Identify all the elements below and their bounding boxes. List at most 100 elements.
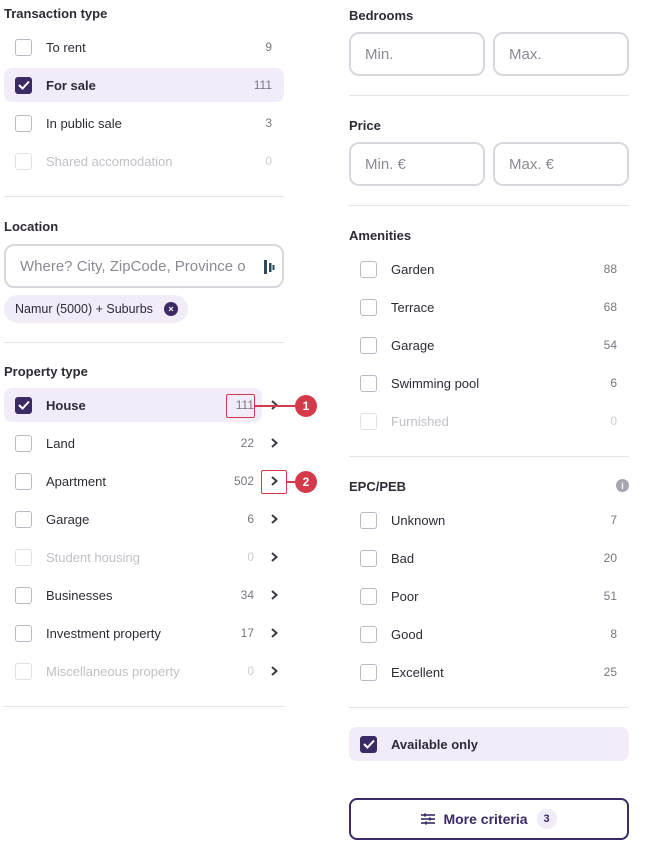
transaction-type-title: Transaction type: [4, 6, 108, 21]
input-placeholder: Min.: [365, 45, 394, 63]
checkbox[interactable]: [360, 260, 377, 278]
chevron-right-icon[interactable]: [268, 513, 280, 525]
location-search-input[interactable]: Where? City, ZipCode, Province o: [4, 244, 284, 288]
location-title: Location: [4, 219, 59, 234]
annotation-marker-2: 2: [295, 471, 317, 493]
amenities-title: Amenities: [349, 228, 412, 243]
divider: [349, 456, 629, 457]
option-count: 88: [603, 262, 617, 276]
amenity-garden[interactable]: Garden 88: [349, 252, 629, 286]
checkbox[interactable]: [360, 549, 377, 567]
property-option-apartment[interactable]: Apartment 502: [4, 464, 262, 498]
property-type-title: Property type: [4, 364, 88, 379]
remove-chip-icon[interactable]: ×: [164, 302, 178, 316]
option-label: For sale: [46, 77, 96, 93]
criteria-count-badge: 3: [536, 809, 557, 829]
property-option-land[interactable]: Land 22: [4, 426, 262, 460]
available-only-toggle[interactable]: Available only: [349, 727, 629, 761]
checkbox-disabled: [15, 548, 32, 566]
checkbox-checked[interactable]: [15, 396, 32, 414]
bedrooms-title: Bedrooms: [349, 8, 414, 23]
checkbox[interactable]: [360, 298, 377, 316]
divider: [349, 707, 629, 708]
more-criteria-button[interactable]: More criteria 3: [349, 798, 629, 840]
annotation-marker-1: 1: [295, 395, 317, 417]
checkbox[interactable]: [360, 336, 377, 354]
bedrooms-max-input[interactable]: Max.: [493, 32, 629, 76]
checkbox[interactable]: [15, 586, 32, 604]
epc-excellent[interactable]: Excellent 25: [349, 655, 629, 689]
epc-unknown[interactable]: Unknown 7: [349, 503, 629, 537]
option-count: 502: [233, 474, 254, 488]
option-label: Shared accomodation: [46, 153, 173, 169]
checkbox[interactable]: [15, 472, 32, 490]
option-count: 0: [265, 154, 272, 168]
amenity-swimming-pool[interactable]: Swimming pool 6: [349, 366, 629, 400]
amenity-terrace[interactable]: Terrace 68: [349, 290, 629, 324]
divider: [4, 706, 284, 707]
option-label: To rent: [46, 39, 86, 55]
checkbox-disabled: [360, 412, 377, 430]
option-label: Apartment: [46, 473, 106, 489]
chevron-right-icon[interactable]: [268, 665, 280, 677]
option-count: 0: [247, 664, 254, 678]
property-option-misc: Miscellaneous property 0: [4, 654, 262, 688]
divider: [4, 196, 284, 197]
chevron-right-icon[interactable]: [268, 627, 280, 639]
checkbox-checked[interactable]: [360, 735, 377, 753]
transaction-option-shared: Shared accomodation 0: [4, 144, 284, 178]
option-count: 17: [240, 626, 254, 640]
info-icon[interactable]: i: [616, 479, 629, 492]
divider: [349, 205, 629, 206]
checkbox[interactable]: [15, 114, 32, 132]
checkbox-checked[interactable]: [15, 76, 32, 94]
location-chip[interactable]: Namur (5000) + Suburbs ×: [4, 295, 188, 323]
checkbox[interactable]: [360, 374, 377, 392]
property-option-businesses[interactable]: Businesses 34: [4, 578, 262, 612]
divider: [4, 342, 284, 343]
checkbox[interactable]: [360, 625, 377, 643]
option-count: 0: [247, 550, 254, 564]
option-label: Student housing: [46, 549, 140, 565]
chevron-right-icon[interactable]: [268, 551, 280, 563]
input-placeholder: Max. €: [509, 155, 555, 173]
transaction-option-for-sale[interactable]: For sale 111: [4, 68, 284, 102]
price-min-input[interactable]: Min. €: [349, 142, 485, 186]
amenity-furnished: Furnished 0: [349, 404, 629, 438]
checkbox[interactable]: [360, 663, 377, 681]
property-option-investment[interactable]: Investment property 17: [4, 616, 262, 650]
transaction-option-to-rent[interactable]: To rent 9: [4, 30, 284, 64]
option-count: 51: [603, 589, 617, 603]
check-icon: [17, 80, 30, 90]
option-label: Garage: [391, 337, 435, 353]
checkbox[interactable]: [15, 624, 32, 642]
option-label: Garden: [391, 261, 435, 277]
chevron-right-icon[interactable]: [268, 437, 280, 449]
chevron-right-icon[interactable]: [268, 589, 280, 601]
checkbox-disabled: [15, 152, 32, 170]
option-label: House: [46, 397, 86, 413]
input-placeholder: Min. €: [365, 155, 406, 173]
bedrooms-min-input[interactable]: Min.: [349, 32, 485, 76]
filter-sliders-icon: [421, 813, 436, 825]
price-max-input[interactable]: Max. €: [493, 142, 629, 186]
checkbox[interactable]: [15, 434, 32, 452]
checkbox[interactable]: [360, 587, 377, 605]
checkbox[interactable]: [15, 38, 32, 56]
checkbox[interactable]: [360, 511, 377, 529]
option-count: 54: [603, 338, 617, 352]
map-pin-icon[interactable]: [263, 259, 275, 275]
transaction-option-public-sale[interactable]: In public sale 3: [4, 106, 284, 140]
property-option-house[interactable]: House 111: [4, 388, 262, 422]
annotation-highlight-count: [226, 394, 255, 418]
checkbox-disabled: [15, 662, 32, 680]
checkbox[interactable]: [15, 510, 32, 528]
epc-good[interactable]: Good 8: [349, 617, 629, 651]
property-option-garage[interactable]: Garage 6: [4, 502, 262, 536]
divider: [349, 95, 629, 96]
amenity-garage[interactable]: Garage 54: [349, 328, 629, 362]
epc-poor[interactable]: Poor 51: [349, 579, 629, 613]
option-count: 6: [610, 376, 617, 390]
epc-bad[interactable]: Bad 20: [349, 541, 629, 575]
option-count: 22: [240, 436, 254, 450]
